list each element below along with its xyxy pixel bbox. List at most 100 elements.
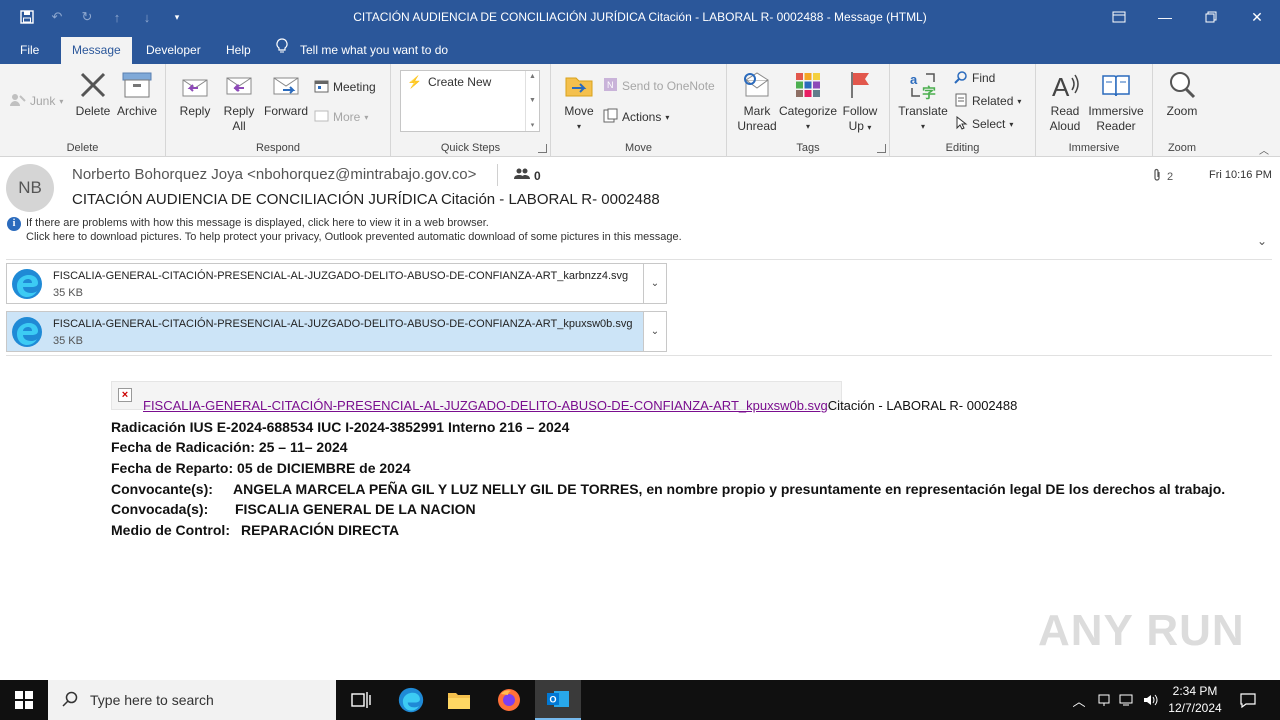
minimize-icon[interactable]: — xyxy=(1142,0,1188,34)
follow-up-button[interactable]: Follow Up ▾ xyxy=(839,68,881,135)
folder-icon xyxy=(448,693,470,709)
ribbon-display-options-icon[interactable] xyxy=(1096,0,1142,34)
select-button[interactable]: Select ▾ xyxy=(954,114,1013,134)
taskbar-clock[interactable]: 2:34 PM 12/7/2024 xyxy=(1162,683,1228,717)
more-respond-button[interactable]: More ▾ xyxy=(314,107,368,127)
quick-steps-launcher[interactable] xyxy=(538,144,547,153)
taskbar-edge[interactable] xyxy=(388,680,434,720)
quick-access-toolbar: ↶ ↻ ↑ ↓ ▾ xyxy=(0,0,190,34)
translate-button[interactable]: a字 Translate ▾ xyxy=(896,68,950,134)
network-status-icon[interactable] xyxy=(1093,680,1115,720)
task-view-button[interactable] xyxy=(338,680,384,720)
actions-button[interactable]: Actions ▾ xyxy=(603,107,669,127)
watermark-text: ANY RUN xyxy=(1038,606,1245,655)
link-suffix: Citación - LABORAL R- 0002488 xyxy=(827,398,1018,413)
close-icon[interactable]: ✕ xyxy=(1234,0,1280,34)
sender[interactable]: Norberto Bohorquez Joya <nbohorquez@mint… xyxy=(72,166,476,183)
message-subject: CITACIÓN AUDIENCIA DE CONCILIACIÓN JURÍD… xyxy=(72,191,660,208)
delete-button[interactable]: Delete xyxy=(74,68,112,119)
find-button[interactable]: Find xyxy=(954,68,995,88)
junk-button[interactable]: Junk ▾ xyxy=(10,91,63,111)
tab-developer[interactable]: Developer xyxy=(135,37,212,64)
attachment-item[interactable]: FISCALIA-GENERAL-CITACIÓN-PRESENCIAL-AL-… xyxy=(6,263,667,304)
archive-button[interactable]: Archive xyxy=(114,68,160,119)
info-bar-line-1[interactable]: If there are problems with how this mess… xyxy=(26,217,489,229)
attachment-open-area[interactable]: FISCALIA-GENERAL-CITACIÓN-PRESENCIAL-AL-… xyxy=(7,264,644,303)
select-cursor-icon xyxy=(954,115,968,133)
meeting-icon xyxy=(314,79,329,96)
reply-all-label-1: Reply xyxy=(223,104,255,118)
volume-icon[interactable] xyxy=(1140,680,1162,720)
windows-logo-icon xyxy=(15,691,33,709)
previous-item-icon[interactable]: ↑ xyxy=(104,4,130,30)
group-move-label: Move xyxy=(625,142,652,154)
actions-icon xyxy=(603,108,618,126)
reply-button[interactable]: Reply xyxy=(176,68,214,119)
save-icon[interactable] xyxy=(14,4,40,30)
chevron-down-icon[interactable]: ⌄ xyxy=(1257,234,1267,248)
reply-all-button[interactable]: Reply All xyxy=(220,68,258,134)
fecha-reparto: Fecha de Reparto: 05 de DICIEMBRE de 202… xyxy=(111,460,411,476)
radicacion-line: Radicación IUS E-2024-688534 IUC I-2024-… xyxy=(111,419,569,435)
categorize-button[interactable]: Categorize ▾ xyxy=(779,68,837,134)
zoom-button[interactable]: Zoom xyxy=(1161,68,1203,119)
quick-steps-gallery[interactable]: ⚡ Create New ▲ ▼ ▾ xyxy=(400,70,540,132)
find-label: Find xyxy=(972,71,996,85)
actions-label: Actions xyxy=(622,110,662,124)
reply-label: Reply xyxy=(179,104,211,118)
collapse-ribbon-icon[interactable]: ︿ xyxy=(1259,142,1269,157)
send-to-onenote-button[interactable]: N Send to OneNote xyxy=(603,76,715,96)
info-bar-line-2[interactable]: Click here to download pictures. To help… xyxy=(26,231,682,243)
divider xyxy=(6,355,1272,356)
immersive-reader-button[interactable]: Immersive Reader xyxy=(1086,68,1146,134)
related-label: Related xyxy=(972,94,1014,108)
quick-steps-scroll[interactable]: ▲ ▼ ▾ xyxy=(525,71,539,131)
next-item-icon[interactable]: ↓ xyxy=(134,4,160,30)
attachment-item[interactable]: FISCALIA-GENERAL-CITACIÓN-PRESENCIAL-AL-… xyxy=(6,311,667,352)
svg-text:a: a xyxy=(910,72,918,87)
create-new-label: Create New xyxy=(427,75,492,89)
attachment-menu-chevron-icon[interactable]: ⌄ xyxy=(643,312,666,351)
undo-icon[interactable]: ↶ xyxy=(44,4,70,30)
convocada-value: FISCALIA GENERAL DE LA NACION xyxy=(235,501,476,517)
title-bar: ↶ ↻ ↑ ↓ ▾ CITACIÓN AUDIENCIA DE CONCILIA… xyxy=(0,0,1280,34)
forward-button[interactable]: Forward xyxy=(263,68,309,119)
tab-message[interactable]: Message xyxy=(61,37,132,64)
taskbar-search[interactable]: Type here to search xyxy=(48,680,336,720)
read-aloud-button[interactable]: A Read Aloud xyxy=(1044,68,1086,134)
restore-icon[interactable] xyxy=(1188,0,1234,34)
convocada-label: Convocada(s): xyxy=(111,501,209,517)
zoom-magnifier-icon xyxy=(1165,68,1199,102)
related-button[interactable]: Related ▾ xyxy=(954,91,1021,111)
attachment-menu-chevron-icon[interactable]: ⌄ xyxy=(643,264,666,303)
move-button[interactable]: Move ▾ xyxy=(559,68,599,134)
notifications-icon[interactable] xyxy=(1236,680,1260,720)
start-button[interactable] xyxy=(0,680,48,720)
forward-label: Forward xyxy=(263,104,308,118)
attachment-link[interactable]: FISCALIA-GENERAL-CITACIÓN-PRESENCIAL-AL-… xyxy=(143,398,828,413)
reply-all-icon xyxy=(222,68,256,102)
attachment-open-area[interactable]: FISCALIA-GENERAL-CITACIÓN-PRESENCIAL-AL-… xyxy=(7,312,644,351)
meeting-button[interactable]: Meeting xyxy=(314,77,376,97)
tell-me-search[interactable]: Tell me what you want to do xyxy=(276,37,448,64)
attachment-count-value: 2 xyxy=(1167,170,1174,183)
customize-qat-icon[interactable]: ▾ xyxy=(164,4,190,30)
taskbar-firefox[interactable] xyxy=(486,680,532,720)
taskbar-file-explorer[interactable] xyxy=(436,680,482,720)
search-placeholder: Type here to search xyxy=(90,692,214,708)
select-label: Select xyxy=(972,117,1006,131)
quick-step-create-new[interactable]: ⚡ Create New xyxy=(407,75,491,89)
taskbar-outlook[interactable]: O xyxy=(535,680,581,720)
display-icon[interactable] xyxy=(1116,680,1138,720)
people-count[interactable]: 0 xyxy=(514,168,541,183)
tags-launcher[interactable] xyxy=(877,144,886,153)
clock-time: 2:34 PM xyxy=(1172,684,1218,698)
svg-text:O: O xyxy=(550,695,557,705)
mark-unread-button[interactable]: Mark Unread xyxy=(733,68,781,134)
translate-label: Translate xyxy=(898,104,948,118)
redo-icon[interactable]: ↻ xyxy=(74,4,100,30)
show-hidden-icons-chevron-icon[interactable]: ︿ xyxy=(1068,680,1090,720)
tab-file[interactable]: File xyxy=(9,37,50,64)
onenote-icon: N xyxy=(603,77,618,95)
tab-help[interactable]: Help xyxy=(215,37,262,64)
